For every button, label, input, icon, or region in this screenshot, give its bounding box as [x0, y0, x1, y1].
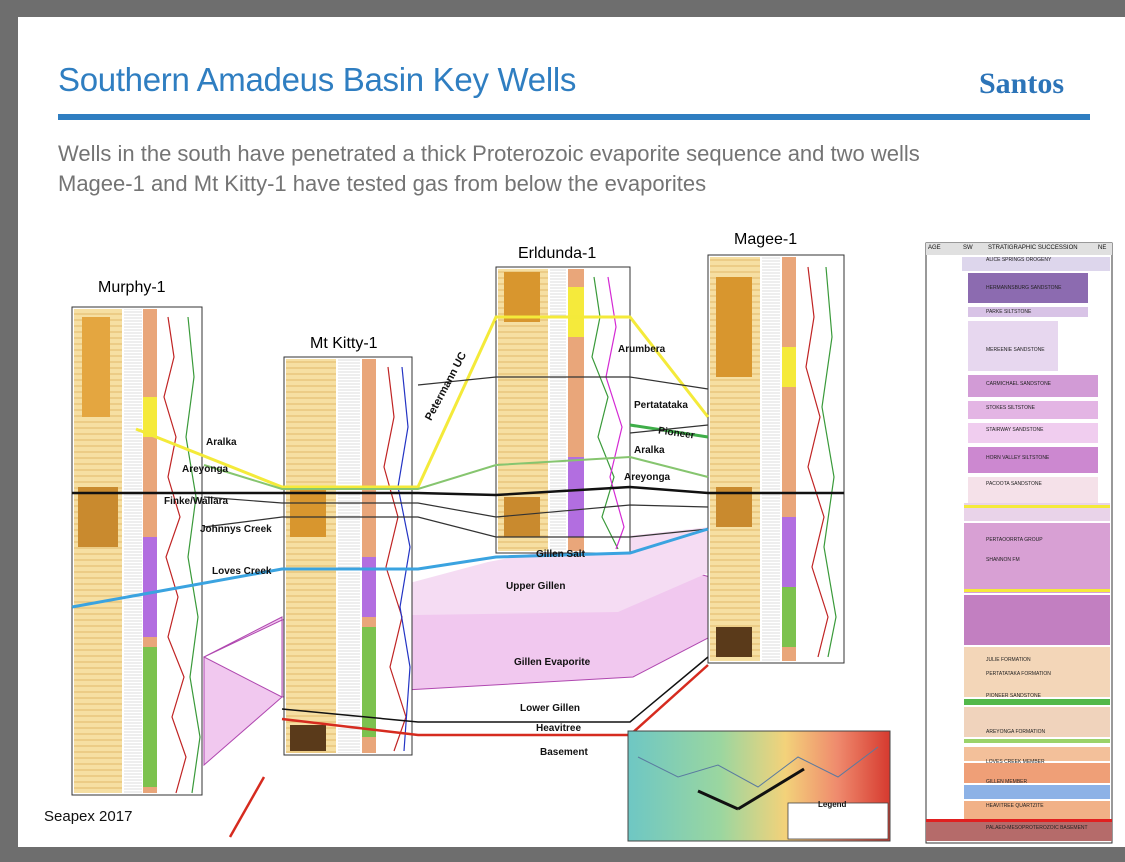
strat-formation-label: LOVES CREEK MEMBER — [986, 759, 1045, 765]
erldunda-log — [495, 266, 631, 554]
strat-formation-label: PACOOTA SANDSTONE — [986, 481, 1042, 487]
strat-formation-label: PIONEER SANDSTONE — [986, 693, 1041, 699]
label-arumbera: Arumbera — [618, 344, 666, 355]
mtkitty-log — [283, 356, 413, 756]
label-areyonga-right: Areyonga — [624, 472, 671, 483]
label-johnnys-creek: Johnnys Creek — [200, 524, 272, 535]
strat-formation-label: PARKE SILTSTONE — [986, 309, 1032, 315]
label-heavitree: Heavitree — [536, 723, 582, 734]
well-title-mtkitty: Mt Kitty-1 — [310, 335, 378, 352]
label-upper-gillen: Upper Gillen — [506, 581, 566, 592]
label-gillen-evaporite: Gillen Evaporite — [514, 657, 591, 668]
strat-formation-label: PERTATATAKA FORMATION — [986, 671, 1051, 677]
strat-formation-label: HORN VALLEY SILTSTONE — [986, 455, 1050, 461]
strat-formation-label: SHANNON FM — [986, 557, 1020, 563]
slide: Southern Amadeus Basin Key Wells Santos … — [18, 17, 1125, 847]
red-fault-line — [228, 776, 266, 838]
well-title-magee: Magee-1 — [734, 231, 798, 248]
strat-formation-label: STAIRWAY SANDSTONE — [986, 427, 1044, 433]
strat-formation-label: GILLEN MEMBER — [986, 779, 1028, 785]
black-correlation-line-3 — [203, 516, 709, 538]
strat-formation-label: HEAVITREE QUARTZITE — [986, 803, 1044, 809]
label-areyonga-left: Areyonga — [182, 464, 229, 475]
strat-formation-label: MEREENIE SANDSTONE — [986, 347, 1045, 353]
strat-header-sw: SW — [963, 245, 973, 251]
label-gillen-salt: Gillen Salt — [536, 549, 585, 560]
stratigraphic-column — [925, 242, 1113, 844]
footer-seapex: Seapex 2017 — [44, 808, 133, 825]
label-aralka-left: Aralka — [206, 437, 237, 448]
strat-formation-label: AREYONGA FORMATION — [986, 729, 1046, 735]
label-finke-wallara: Finke/Wallara — [164, 496, 229, 507]
location-map — [627, 730, 891, 842]
strat-formation-label: ALICE SPRINGS OROGENY — [986, 257, 1052, 263]
well-title-murphy: Murphy-1 — [98, 279, 166, 296]
well-title-erldunda: Erldunda-1 — [518, 245, 597, 262]
strat-formation-label: PALAEO-MESOPROTEROZOIC BASEMENT — [986, 825, 1088, 831]
strat-formation-label: HERMANNSBURG SANDSTONE — [986, 285, 1062, 291]
label-lower-gillen: Lower Gillen — [520, 703, 581, 714]
strat-header-title: STRATIGRAPHIC SUCCESSION — [988, 245, 1078, 251]
strat-formation-label: JULIE FORMATION — [986, 657, 1031, 663]
label-aralka-right: Aralka — [634, 445, 665, 456]
strat-formation-label: STOKES SILTSTONE — [986, 405, 1035, 411]
murphy-log — [71, 306, 203, 796]
label-pertatataka: Pertatataka — [634, 400, 688, 411]
label-basement: Basement — [540, 747, 588, 758]
strat-header-ne: NE — [1098, 245, 1107, 251]
black-correlation-line-2 — [203, 496, 709, 518]
strat-formation-label: PERTAOORRTA GROUP — [986, 537, 1043, 543]
magee-log — [707, 254, 845, 664]
strat-formation-label: CARMICHAEL SANDSTONE — [986, 381, 1052, 387]
label-loves-creek: Loves Creek — [212, 566, 272, 577]
strat-header-age: AGE — [928, 245, 941, 251]
map-legend-title: Legend — [818, 800, 847, 809]
